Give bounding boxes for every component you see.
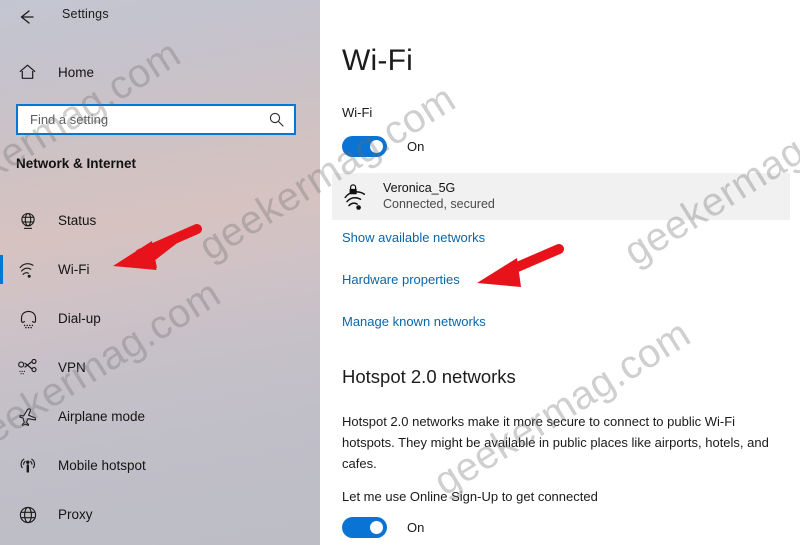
mobile-hotspot-icon bbox=[17, 455, 39, 477]
wifi-toggle-state: On bbox=[407, 139, 425, 154]
sidebar-item-status-label: Status bbox=[58, 213, 97, 228]
search-icon[interactable] bbox=[264, 110, 288, 130]
globe-status-icon bbox=[17, 210, 39, 232]
main-content: Wi-Fi Wi-Fi On Veronica_5G Connected, se… bbox=[320, 0, 800, 545]
sidebar-item-vpn[interactable]: VPN bbox=[0, 343, 320, 392]
link-show-available-networks[interactable]: Show available networks bbox=[342, 230, 485, 245]
settings-window: Settings Home Network & Internet bbox=[0, 0, 800, 545]
sidebar-item-home-label: Home bbox=[58, 64, 95, 80]
sidebar-item-dial-up-label: Dial-up bbox=[58, 311, 101, 326]
back-arrow-icon[interactable] bbox=[16, 7, 38, 27]
link-manage-known-networks[interactable]: Manage known networks bbox=[342, 314, 486, 329]
airplane-icon bbox=[17, 406, 39, 428]
sidebar-item-wifi[interactable]: Wi-Fi bbox=[0, 245, 320, 294]
toggle-knob bbox=[370, 140, 383, 153]
connected-network-card[interactable]: Veronica_5G Connected, secured bbox=[332, 173, 790, 220]
sidebar-item-status[interactable]: Status bbox=[0, 196, 320, 245]
wifi-icon bbox=[17, 259, 39, 281]
wifi-secured-icon bbox=[343, 182, 373, 212]
window-title: Settings bbox=[62, 7, 109, 21]
wifi-toggle-switch[interactable] bbox=[342, 136, 387, 157]
sidebar-item-proxy-label: Proxy bbox=[58, 507, 93, 522]
link-hardware-properties[interactable]: Hardware properties bbox=[342, 272, 460, 287]
home-icon bbox=[17, 62, 37, 82]
sidebar-item-dial-up[interactable]: Dial-up bbox=[0, 294, 320, 343]
hotspot-toggle-state: On bbox=[407, 520, 425, 535]
selection-indicator bbox=[0, 255, 3, 284]
network-ssid: Veronica_5G bbox=[383, 181, 456, 195]
wifi-links-list: Show available networks Hardware propert… bbox=[342, 230, 486, 356]
sidebar-item-wifi-label: Wi-Fi bbox=[58, 262, 90, 277]
sidebar-nav-list: Status Wi-Fi Dial-up VPN Airplane mode M… bbox=[0, 196, 320, 539]
sidebar: Settings Home Network & Internet bbox=[0, 0, 320, 545]
vpn-icon bbox=[17, 357, 39, 379]
hotspot-section-title: Hotspot 2.0 networks bbox=[342, 366, 516, 387]
sidebar-item-proxy[interactable]: Proxy bbox=[0, 490, 320, 539]
wifi-toggle-label: Wi-Fi bbox=[342, 105, 373, 120]
page-title: Wi-Fi bbox=[342, 44, 413, 77]
network-text-block: Veronica_5G Connected, secured bbox=[383, 181, 495, 212]
sidebar-item-mobile-hotspot-label: Mobile hotspot bbox=[58, 458, 146, 473]
hotspot-option-label: Let me use Online Sign-Up to get connect… bbox=[342, 489, 598, 504]
search-input[interactable] bbox=[28, 111, 264, 128]
sidebar-item-airplane-mode[interactable]: Airplane mode bbox=[0, 392, 320, 441]
toggle-knob bbox=[370, 521, 383, 534]
search-box[interactable] bbox=[16, 104, 296, 135]
sidebar-item-vpn-label: VPN bbox=[58, 360, 86, 375]
hotspot-toggle-switch[interactable] bbox=[342, 517, 387, 538]
sidebar-item-airplane-mode-label: Airplane mode bbox=[58, 409, 146, 424]
sidebar-section-label: Network & Internet bbox=[16, 156, 137, 171]
hotspot-toggle-row: On bbox=[342, 517, 424, 538]
sidebar-item-mobile-hotspot[interactable]: Mobile hotspot bbox=[0, 441, 320, 490]
hotspot-section-description: Hotspot 2.0 networks make it more secure… bbox=[342, 414, 769, 471]
wifi-toggle-row: On bbox=[342, 136, 424, 157]
title-bar: Settings bbox=[0, 0, 320, 34]
sidebar-item-home[interactable]: Home bbox=[0, 53, 320, 91]
dial-up-icon bbox=[17, 308, 39, 330]
network-status: Connected, secured bbox=[383, 197, 495, 211]
globe-proxy-icon bbox=[17, 504, 39, 526]
